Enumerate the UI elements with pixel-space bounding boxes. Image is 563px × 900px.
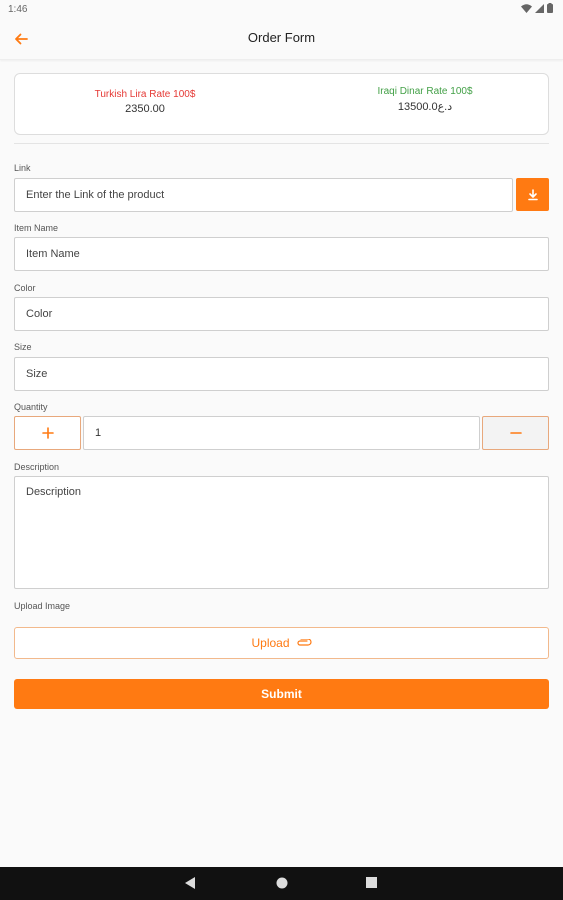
item-name-label: Item Name [14, 223, 59, 233]
status-bar: 1:46 [0, 0, 563, 18]
color-label: Color [14, 283, 36, 293]
plus-icon [41, 427, 54, 439]
quantity-label: Quantity [14, 402, 48, 412]
battery-icon [547, 3, 553, 13]
quantity-decrease-button[interactable] [482, 416, 549, 450]
divider [14, 143, 549, 144]
iraqi-rate: Iraqi Dinar Rate 100$ 13500.0د.ع [355, 86, 495, 113]
item-name-input[interactable]: Item Name [14, 237, 549, 271]
link-label: Link [14, 163, 31, 173]
iraqi-rate-label: Iraqi Dinar Rate 100$ [377, 86, 473, 97]
status-icons [521, 3, 553, 13]
description-label: Description [14, 462, 60, 472]
attachment-icon [296, 639, 312, 646]
nav-recents-icon[interactable] [366, 877, 377, 888]
nav-home-icon[interactable] [276, 877, 288, 889]
download-icon [527, 188, 538, 200]
upload-button-label: Upload [251, 636, 290, 650]
app-bar: Order Form [0, 18, 563, 60]
page-title: Order Form [247, 30, 316, 45]
download-button[interactable] [516, 178, 549, 211]
rates-card: Turkish Lira Rate 100$ 2350.00 Iraqi Din… [14, 73, 549, 135]
quantity-input[interactable]: 1 [83, 416, 480, 450]
status-time: 1:46 [8, 4, 28, 15]
description-input[interactable]: Description [14, 476, 549, 589]
turkish-rate-value: 2350.00 [125, 103, 165, 115]
link-input[interactable]: Enter the Link of the product [14, 178, 513, 212]
iraqi-rate-value: 13500.0د.ع [397, 101, 453, 113]
quantity-increase-button[interactable] [14, 416, 81, 450]
minus-icon [509, 432, 522, 434]
nav-back-icon[interactable] [185, 877, 196, 889]
upload-image-label: Upload Image [14, 601, 71, 611]
system-nav-bar [0, 867, 563, 900]
upload-button[interactable]: Upload [14, 627, 549, 659]
size-label: Size [14, 342, 32, 352]
submit-button[interactable]: Submit [14, 679, 549, 709]
size-input[interactable]: Size [14, 357, 549, 391]
turkish-rate-label: Turkish Lira Rate 100$ [94, 89, 196, 100]
turkish-rate: Turkish Lira Rate 100$ 2350.00 [75, 89, 215, 115]
cell-signal-icon [535, 3, 544, 13]
wifi-icon [521, 3, 532, 13]
color-input[interactable]: Color [14, 297, 549, 331]
